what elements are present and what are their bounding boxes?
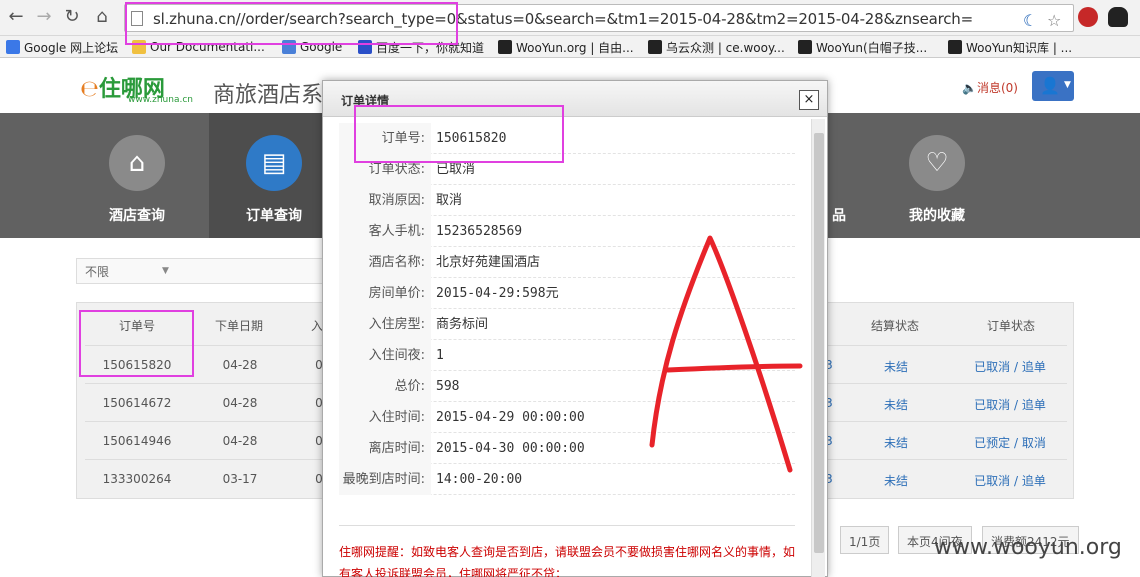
bookmark-icon xyxy=(6,40,20,54)
extension-icon[interactable] xyxy=(1078,7,1098,27)
detail-label: 最晚到店时间: xyxy=(339,464,431,495)
close-button[interactable]: × xyxy=(799,90,819,110)
order-number: 150614672 xyxy=(102,396,172,410)
back-icon[interactable]: ← xyxy=(4,5,28,29)
user-menu-button[interactable]: 👤 ▼ xyxy=(1032,71,1074,101)
detail-label: 入住间夜: xyxy=(339,340,431,371)
order-number: 133300264 xyxy=(102,472,172,486)
order-date: 04-28 xyxy=(222,396,258,410)
detail-label: 总价: xyxy=(339,371,431,402)
detail-row-cancel-reason: 取消原因: 取消 xyxy=(339,185,795,216)
reload-icon[interactable]: ↻ xyxy=(60,5,84,29)
order-number: 150614946 xyxy=(102,434,172,448)
nav-hotel-search[interactable]: ⌂ 酒店查询 xyxy=(72,113,202,238)
detail-value: 2015-04-29:598元 xyxy=(436,286,559,301)
column-header: 订单状态 xyxy=(986,319,1035,333)
moon-icon[interactable]: ☾ xyxy=(1023,11,1037,30)
nav-hidden-item[interactable]: 品 xyxy=(828,113,858,238)
user-silhouette-icon[interactable] xyxy=(1108,7,1128,27)
column-header: 下单日期 xyxy=(214,319,263,333)
modal-scrollbar[interactable] xyxy=(811,119,825,577)
star-icon[interactable]: ☆ xyxy=(1047,11,1061,30)
nav-label: 订单查询 xyxy=(246,208,302,224)
dropdown-arrow-icon: ▼ xyxy=(162,266,169,276)
order-status[interactable]: 已取消 / 追单 xyxy=(967,472,1053,489)
order-date: 04-28 xyxy=(222,358,258,372)
a-crossbar xyxy=(665,363,803,373)
nav-label: 品 xyxy=(832,208,846,224)
detail-value: 14:00-20:00 xyxy=(436,472,523,487)
order-number-highlight-box xyxy=(354,105,564,163)
detail-value: 取消 xyxy=(436,193,463,208)
house-icon: ⌂ xyxy=(109,135,165,191)
site-title: 商旅酒店系 xyxy=(213,83,324,108)
home-icon[interactable]: ⌂ xyxy=(90,5,114,29)
bookmark-icon xyxy=(648,40,662,54)
favorite-icon: ♡ xyxy=(909,135,965,191)
url-highlight-box xyxy=(125,2,458,45)
settle-status[interactable]: 未结 xyxy=(873,358,919,375)
bookmark-item[interactable]: WooYun(白帽子技... xyxy=(798,38,927,56)
avatar-icon: 👤 xyxy=(1040,76,1060,95)
detail-value: 1 xyxy=(436,348,444,363)
nav-label: 酒店查询 xyxy=(109,208,165,224)
column-header: 结算状态 xyxy=(870,319,919,333)
bookmark-icon xyxy=(798,40,812,54)
bookmark-icon xyxy=(498,40,512,54)
status-filter-select[interactable]: 不限 xyxy=(76,258,326,284)
detail-value: 598 xyxy=(436,379,460,394)
detail-label: 取消原因: xyxy=(339,185,431,216)
logo-e-icon: ℮ xyxy=(80,77,99,102)
detail-value: 2015-04-29 00:00:00 xyxy=(436,410,585,425)
handwritten-a-annotation xyxy=(649,235,803,473)
nav-favorites[interactable]: ♡ 我的收藏 xyxy=(872,113,1002,238)
a-stroke xyxy=(649,235,793,473)
chevron-down-icon: ▼ xyxy=(1064,80,1071,90)
bookmark-item[interactable]: WooYun知识库 | ... xyxy=(948,38,1072,56)
page-indicator: 1/1页 xyxy=(840,526,890,554)
detail-value: 商务标间 xyxy=(436,317,489,332)
watermark: www.wooyun.org xyxy=(934,535,1122,560)
detail-value: 15236528569 xyxy=(436,224,523,239)
divider xyxy=(339,525,795,526)
settle-status[interactable]: 未结 xyxy=(873,396,919,413)
detail-label: 房间单价: xyxy=(339,278,431,309)
detail-value: 2015-04-30 00:00:00 xyxy=(436,441,585,456)
notice-text: 住哪网提醒：如致电客人查询是否到店，请联盟会员不要做损害住哪网名义的事情，如有客… xyxy=(339,545,796,577)
bookmark-item[interactable]: 乌云众测 | ce.wooy... xyxy=(648,38,785,56)
logo-url: www.zhuna.cn xyxy=(128,95,193,105)
nav-label: 我的收藏 xyxy=(909,208,965,224)
order-status[interactable]: 已预定 / 取消 xyxy=(967,434,1053,451)
detail-label: 入住时间: xyxy=(339,402,431,433)
detail-label: 入住房型: xyxy=(339,309,431,340)
table-order-highlight-box xyxy=(79,310,194,377)
speaker-icon: 🔈 xyxy=(962,81,977,95)
order-status[interactable]: 已取消 / 追单 xyxy=(967,396,1053,413)
bookmark-icon xyxy=(948,40,962,54)
settle-status[interactable]: 未结 xyxy=(873,434,919,451)
nav-order-search[interactable]: ▤ 订单查询 xyxy=(209,113,339,238)
detail-value: 北京好苑建国酒店 xyxy=(436,255,541,270)
scroll-thumb[interactable] xyxy=(814,133,824,553)
forward-icon[interactable]: → xyxy=(32,5,56,29)
messages-link[interactable]: 🔈消息(0) xyxy=(962,79,1018,96)
detail-label: 客人手机: xyxy=(339,216,431,247)
detail-label: 离店时间: xyxy=(339,433,431,464)
order-date: 03-17 xyxy=(222,472,258,486)
detail-label: 酒店名称: xyxy=(339,247,431,278)
settle-status[interactable]: 未结 xyxy=(873,472,919,489)
document-icon: ▤ xyxy=(246,135,302,191)
order-status[interactable]: 已取消 / 追单 xyxy=(967,358,1053,375)
bookmark-item[interactable]: WooYun.org | 自由... xyxy=(498,38,634,56)
bookmark-item[interactable]: Google 网上论坛 xyxy=(6,38,118,56)
order-date: 04-28 xyxy=(222,434,258,448)
